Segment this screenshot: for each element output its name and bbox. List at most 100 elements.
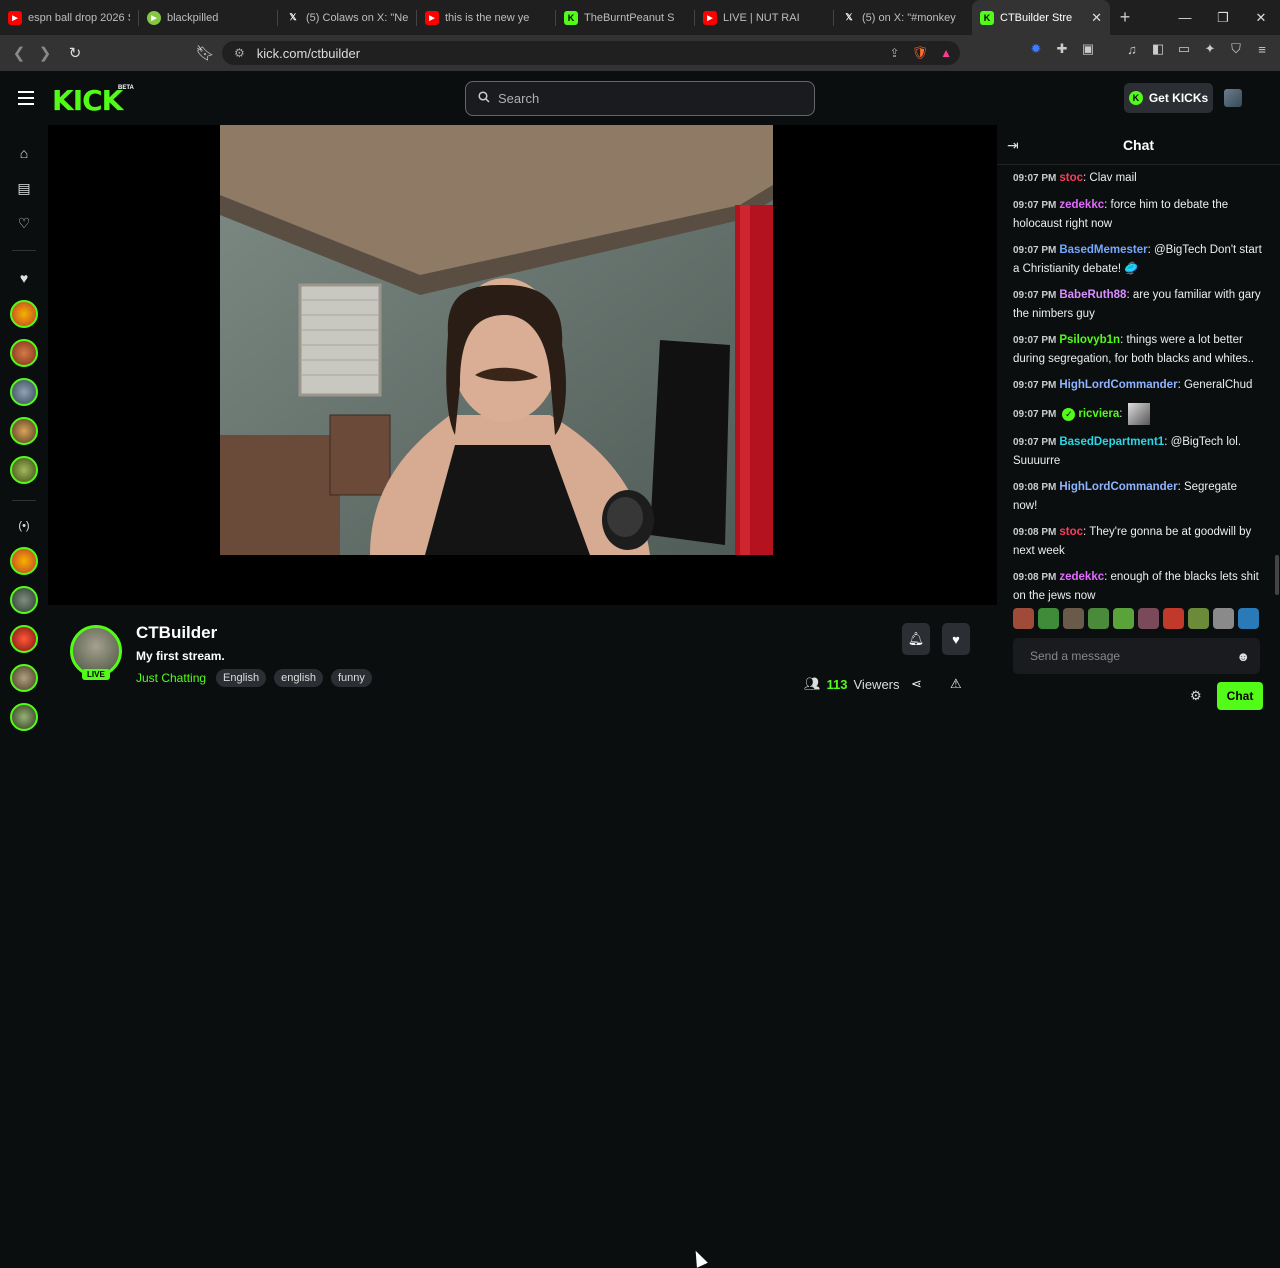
emote[interactable] bbox=[1188, 608, 1209, 629]
extensions-puzzle-icon[interactable]: ✚ bbox=[1054, 41, 1070, 57]
recommended-channel-avatar[interactable] bbox=[10, 547, 38, 575]
chat-username[interactable]: stoc bbox=[1059, 172, 1083, 184]
channel-name[interactable]: CTBuilder bbox=[136, 623, 217, 643]
chat-scrollbar[interactable] bbox=[1275, 555, 1279, 595]
browse-icon[interactable]: ▤ bbox=[16, 180, 32, 196]
close-tab-icon[interactable]: ✕ bbox=[1091, 10, 1102, 26]
followed-channel-avatar[interactable] bbox=[10, 456, 38, 484]
chat-timestamp: 09:07 PM bbox=[1013, 173, 1057, 184]
emote[interactable] bbox=[1138, 608, 1159, 629]
leo-icon[interactable]: ✦ bbox=[1202, 41, 1218, 57]
kick-logo[interactable]: KICK bbox=[52, 84, 123, 117]
user-avatar[interactable] bbox=[1224, 89, 1242, 107]
x-icon: 𝕏 bbox=[845, 12, 853, 22]
browser-tab[interactable]: ▶ espn ball drop 2026 S bbox=[0, 0, 138, 35]
recommended-channel-avatar[interactable] bbox=[10, 586, 38, 614]
reload-icon[interactable]: ↻ bbox=[62, 40, 88, 66]
url-text: kick.com/ctbuilder bbox=[256, 45, 361, 61]
emote[interactable] bbox=[1088, 608, 1109, 629]
browser-tab[interactable]: 𝕏 (5) on X: "#monkey bbox=[834, 0, 972, 35]
chat-emote bbox=[1127, 403, 1150, 425]
followed-channel-avatar[interactable] bbox=[10, 378, 38, 406]
browser-tab[interactable]: ▶ LIVE | NUT RAI bbox=[695, 0, 833, 35]
close-window-icon[interactable]: ✕ bbox=[1242, 0, 1280, 35]
chat-username[interactable]: BasedMemester bbox=[1059, 244, 1147, 256]
browser-tab[interactable]: ▶ this is the new ye bbox=[417, 0, 555, 35]
emote[interactable] bbox=[1038, 608, 1059, 629]
chat-message: 09:07 PM stoc: Clav mail bbox=[1013, 172, 1137, 184]
hamburger-menu-icon[interactable] bbox=[18, 91, 34, 109]
tag-funny[interactable]: funny bbox=[330, 669, 372, 687]
chat-username[interactable]: Psilovyb1n bbox=[1059, 334, 1120, 346]
brave-rewards-icon[interactable]: ▲ bbox=[940, 46, 952, 60]
share-icon[interactable]: ⋖ bbox=[911, 676, 922, 692]
wallet-icon[interactable]: ▭ bbox=[1176, 41, 1192, 57]
browser-tab[interactable]: ▶ blackpilled bbox=[139, 0, 277, 35]
back-icon[interactable]: ❮ bbox=[6, 40, 32, 66]
search-input[interactable]: Search bbox=[465, 81, 815, 116]
chat-settings-gear-icon[interactable]: ⚙ bbox=[1190, 688, 1202, 704]
maximize-icon[interactable]: ❐ bbox=[1204, 0, 1242, 35]
chat-timestamp: 09:07 PM bbox=[1013, 335, 1057, 346]
browser-tab[interactable]: K TheBurntPeanut S bbox=[556, 0, 694, 35]
chat-timestamp: 09:07 PM bbox=[1013, 245, 1057, 256]
share-icon[interactable]: ⇪ bbox=[890, 46, 900, 60]
tag-english-lower[interactable]: english bbox=[274, 669, 323, 687]
brave-shield-icon[interactable]: 🛡︎ bbox=[912, 45, 929, 61]
emote[interactable] bbox=[1213, 608, 1234, 629]
chat-username[interactable]: stoc bbox=[1059, 526, 1083, 538]
extension-blue-icon[interactable]: ✹ bbox=[1028, 41, 1044, 57]
media-icon[interactable]: ♫ bbox=[1124, 41, 1140, 57]
recommended-channel-avatar[interactable] bbox=[10, 703, 38, 731]
browser-tab[interactable]: K CTBuilder Stre ✕ bbox=[972, 0, 1110, 35]
stream-category-link[interactable]: Just Chatting bbox=[136, 671, 206, 685]
emote[interactable] bbox=[1113, 608, 1134, 629]
home-icon[interactable]: ⌂ bbox=[16, 145, 32, 161]
recommended-channel-avatar[interactable] bbox=[10, 664, 38, 692]
reader-icon[interactable]: ▣ bbox=[1080, 41, 1096, 57]
tag-english[interactable]: English bbox=[216, 669, 267, 687]
get-kicks-button[interactable]: K Get KICKs bbox=[1124, 83, 1213, 113]
minimize-icon[interactable]: — bbox=[1166, 0, 1204, 35]
browser-tab[interactable]: 𝕏 (5) Colaws on X: "New bbox=[278, 0, 416, 35]
stream-tags: English english funny bbox=[216, 669, 372, 687]
x-icon: 𝕏 bbox=[289, 12, 297, 22]
browser-tab-title: this is the new ye bbox=[445, 11, 530, 24]
emote[interactable] bbox=[1063, 608, 1084, 629]
followed-channel-avatar[interactable] bbox=[10, 417, 38, 445]
vpn-icon[interactable]: ⛉ bbox=[1228, 41, 1244, 57]
site-settings-icon[interactable]: ⚙ bbox=[234, 46, 245, 60]
chat-username[interactable]: zedekkc bbox=[1059, 571, 1104, 583]
beta-label: BETA bbox=[118, 85, 134, 91]
sidebar-icon[interactable]: ◧ bbox=[1150, 41, 1166, 57]
forward-icon[interactable]: ❯ bbox=[32, 40, 58, 66]
chat-message-input[interactable]: Send a message ☻ bbox=[1013, 638, 1260, 674]
stream-video-frame[interactable] bbox=[220, 125, 773, 555]
chat-username[interactable]: BasedDepartment1 bbox=[1059, 436, 1164, 448]
emote[interactable] bbox=[1163, 608, 1184, 629]
browser-tab-title: blackpilled bbox=[167, 11, 219, 24]
chat-timestamp: 09:07 PM bbox=[1013, 290, 1057, 301]
emote[interactable] bbox=[1013, 608, 1034, 629]
follow-heart-button[interactable]: ♥ bbox=[942, 623, 970, 655]
chat-username[interactable]: HighLordCommander bbox=[1059, 481, 1177, 493]
report-warning-icon[interactable]: ⚠ bbox=[950, 676, 962, 692]
bookmark-icon[interactable]: 🔖︎ bbox=[192, 40, 218, 66]
video-player[interactable] bbox=[48, 125, 997, 605]
menu-icon[interactable]: ≡ bbox=[1254, 41, 1270, 57]
recommended-channel-avatar[interactable] bbox=[10, 625, 38, 653]
chat-username[interactable]: BabeRuth88 bbox=[1059, 289, 1126, 301]
heart-icon: ♥ bbox=[952, 631, 960, 647]
chat-username[interactable]: ricviera bbox=[1078, 408, 1119, 420]
following-icon[interactable]: ♡ bbox=[16, 215, 32, 231]
followed-channel-avatar[interactable] bbox=[10, 339, 38, 367]
new-tab-button[interactable]: + bbox=[1110, 7, 1140, 28]
followed-channel-avatar[interactable] bbox=[10, 300, 38, 328]
emote[interactable] bbox=[1238, 608, 1259, 629]
notification-bell-button[interactable]: 🔔︎ bbox=[902, 623, 930, 655]
chat-username[interactable]: zedekkc bbox=[1059, 199, 1104, 211]
emoji-picker-icon[interactable]: ☻ bbox=[1236, 649, 1250, 664]
url-field[interactable]: ⚙ kick.com/ctbuilder ⇪ 🛡︎ ▲ bbox=[222, 41, 960, 65]
chat-username[interactable]: HighLordCommander bbox=[1059, 379, 1177, 391]
send-chat-button[interactable]: Chat bbox=[1217, 682, 1263, 710]
